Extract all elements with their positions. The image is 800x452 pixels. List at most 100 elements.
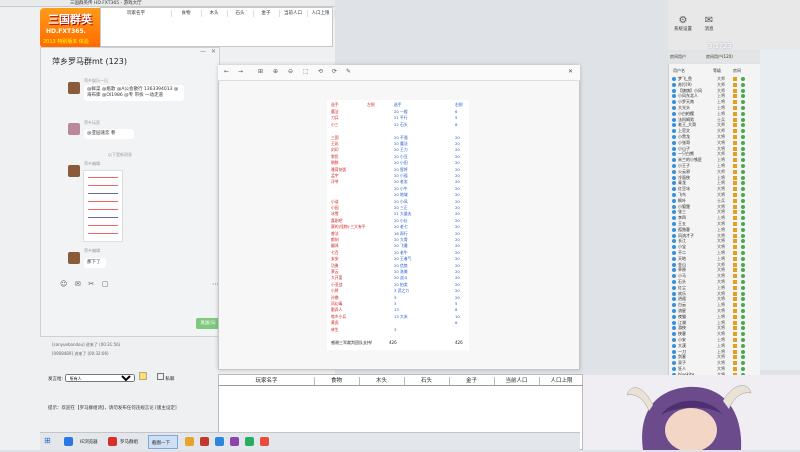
rotate-left-icon[interactable]: ⟲ [318,68,323,75]
sheet-cell: 20 小孤 [394,173,408,178]
message-nick: 萍乡玩家 [84,120,100,125]
column-header[interactable]: 金子 [449,377,495,385]
user-icon [672,280,676,284]
column-header[interactable]: 石头 [404,377,450,385]
avatar[interactable] [68,252,80,264]
private-checkbox[interactable] [156,373,164,380]
close-button[interactable]: ✕ [211,48,216,55]
color-icon[interactable] [139,372,148,380]
taskbar-label[interactable]: IE浏览器 [80,439,98,445]
tool-label: 系统设置 [674,27,692,32]
sheet-row: 小亚战 20 拍卖 20 [327,282,469,288]
send-button[interactable]: 发送(S) [196,318,220,329]
user-icon [672,320,676,325]
minimize-button[interactable]: — [200,48,206,55]
header-cell: 右侧 [455,102,463,107]
app-icon[interactable] [230,437,239,446]
sheet-cell: 20 [455,249,460,255]
badge-icon [733,303,737,308]
badge-icon [733,88,737,93]
badge-icon [733,314,737,319]
status-icon [741,129,745,134]
fit-icon[interactable]: ⊞ [258,68,263,75]
chat-title: 萍乡罗马群mt (123) [52,57,127,66]
badge-icon [733,187,737,192]
app-icon[interactable] [260,437,269,446]
active-task[interactable]: 截图一下 [148,435,178,449]
sheet-cell: 20 [455,256,460,262]
sheet-row: 勤弄人 13 6 [327,308,469,313]
sheet-cell: 5 [455,115,458,121]
sheet-cell: 6 [455,109,458,114]
settings-tool[interactable]: ⚙ 系统设置 [670,15,696,32]
tab-room-users[interactable]: 房间用户 [670,54,686,60]
folder-icon[interactable] [185,437,194,446]
badge-icon [733,355,737,360]
badge-icon [733,332,737,337]
app-icon[interactable] [245,437,254,446]
back-icon[interactable]: ← [224,68,229,75]
new-messages-divider: 以下是新消息 [108,152,132,157]
column-header[interactable]: 当前人口 [494,377,540,385]
edit-icon[interactable]: ✎ [346,68,351,75]
crop-icon[interactable]: ⬚ [303,68,309,75]
zoom-in-icon[interactable]: ⊕ [273,68,278,75]
user-icon [672,181,676,186]
zoom-out-icon[interactable]: ⊖ [288,68,293,75]
tab-room-users-count[interactable]: 房间用户(120) [706,54,733,60]
emoji-icon[interactable]: ☺ [60,280,67,288]
app-icon[interactable] [215,437,224,446]
forward-icon[interactable]: → [238,68,243,75]
column-header: 用户名 [673,68,685,73]
avatar-illustration [626,385,752,452]
status-icon [741,88,745,93]
column-header[interactable]: 食物 [314,377,360,385]
status-icon [741,222,745,226]
sheet-cell: 13 大米 [394,313,408,319]
sheet-cell: 20 [455,217,460,223]
column-header[interactable]: 玩家名字 [219,377,315,385]
sheet-cell: 魔法 [331,109,339,114]
private-label: 私聊 [165,377,175,382]
sheet-cell: 13 [394,307,399,313]
column-header[interactable]: 木头 [359,377,405,385]
start-icon[interactable]: ⊞ [44,436,51,445]
sheet-cell: 勤弄人 [331,307,343,313]
game-title-bar: 三国群英传 HD.FXT365 - 游戏大厅 [0,0,335,7]
badge-icon [733,233,737,238]
message-tool[interactable]: ✉ 消息 [696,15,722,32]
app-icon[interactable] [108,437,117,446]
sheet-cell: 20 小风 [394,198,408,204]
sheet-cell: 3 [394,301,397,306]
taskbar: ⊞ IE浏览器 罗马群组 截图一下 [40,432,580,450]
mail-icon[interactable]: ✉ [75,280,81,288]
badge-icon [733,222,737,226]
avatar[interactable] [68,82,80,94]
speak-target-select[interactable]: 所有人 [64,374,135,382]
user-icon [672,140,676,145]
small-spreadsheet: 玩家名字 食物 木头 石头 金子 当前人口 人口上限 [100,7,335,47]
sheet-cell: 10 [455,313,460,319]
app-icon[interactable] [200,437,209,446]
scissors-icon[interactable]: ✂ [88,280,94,288]
sheet-cell: 冰雪 [331,211,339,217]
user-icon [672,343,676,348]
user-tabs: 房间用户 房间用户(120) [668,52,760,62]
ie-icon[interactable] [64,437,73,446]
mail-icon: ✉ [704,15,714,26]
small-sheet-header: 石头 [227,10,254,17]
file-icon[interactable]: ▢ [102,280,109,288]
chat-image[interactable] [83,170,123,242]
gear-icon: ⚙ [678,15,688,26]
avatar[interactable] [68,165,80,177]
sheet-cell: 孙鼎 [331,294,339,300]
avatar[interactable] [68,123,80,135]
sheet-row: 喧乡小兵 13 大米 10 [327,313,469,320]
column-header[interactable]: 人口上限 [539,377,585,385]
sheet-cell: 8 [455,121,458,127]
close-icon[interactable]: ✕ [568,68,573,75]
sheet-cell: 凤幻毒 [331,301,343,306]
status-icon [741,146,745,151]
rotate-right-icon[interactable]: ⟳ [332,68,337,75]
taskbar-label[interactable]: 罗马群组 [120,439,138,445]
